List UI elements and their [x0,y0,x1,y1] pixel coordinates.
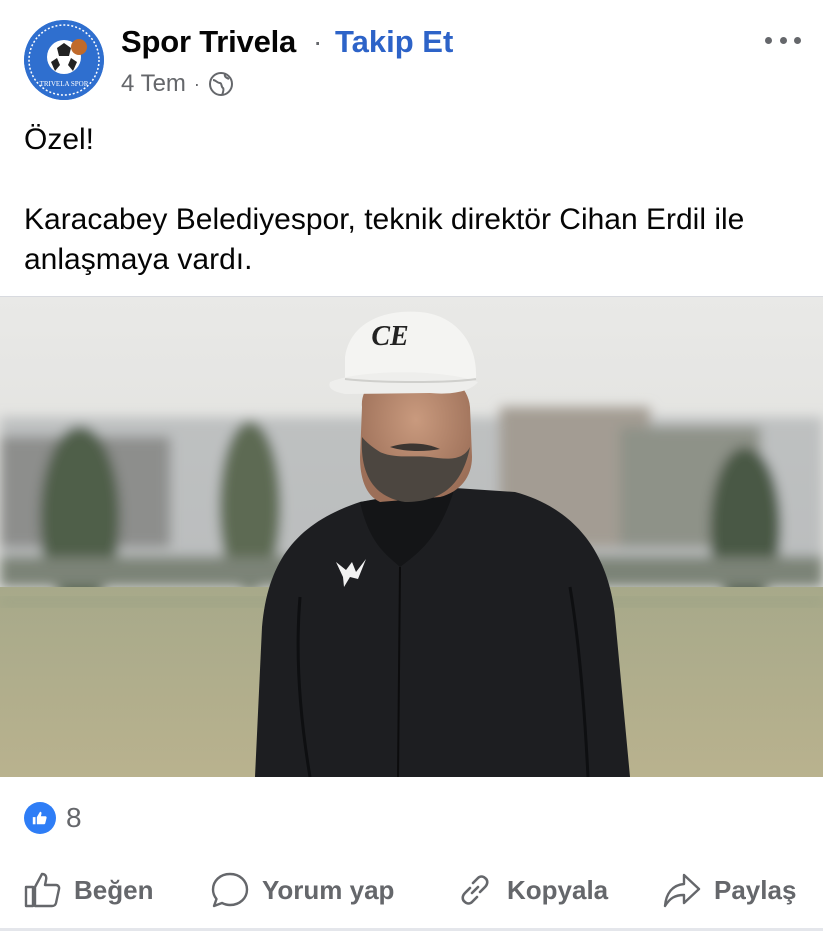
like-button-label: Beğen [74,874,154,905]
share-icon [663,873,701,908]
copy-link-button[interactable]: Kopyala [455,860,608,920]
avatar-text: TRIVELA SPOR [40,80,89,88]
post-photo[interactable]: CE [0,296,823,777]
action-bar: Beğen Yorum yap Kopyala Paylaş [0,860,823,920]
thumbs-up-icon [24,872,61,908]
post-paragraph: Karacabey Belediyespor, teknik direktör … [24,203,745,276]
reactions-summary[interactable]: 8 [24,800,82,836]
comment-button[interactable]: Yorum yap [210,860,394,920]
globe-icon [208,71,234,97]
post-meta: 4 Tem · [121,70,234,98]
like-button[interactable]: Beğen [22,860,153,920]
cap-logo: CE [371,321,408,352]
more-dot [765,36,772,44]
comment-icon [211,872,249,908]
copy-link-label: Kopyala [507,874,609,905]
comment-button-label: Yorum yap [262,874,395,905]
post-date[interactable]: 4 Tem [121,70,186,98]
header-separator: · [313,26,323,57]
like-icon [24,802,56,834]
page-name[interactable]: Spor Trivela [121,24,296,60]
more-options-button[interactable] [763,28,803,52]
share-button-label: Paylaş [714,874,797,905]
follow-button[interactable]: Takip Et [335,24,453,60]
like-count: 8 [66,802,82,833]
meta-separator: · [193,73,200,94]
share-button[interactable]: Paylaş [662,860,796,920]
post-paragraph: Özel! [24,123,95,156]
post-text: Özel! Karacabey Belediyespor, teknik dir… [24,120,814,280]
link-icon [461,875,489,905]
more-dot [794,36,801,44]
more-dot [779,36,787,44]
page-avatar[interactable]: TRIVELA SPOR [24,20,104,100]
